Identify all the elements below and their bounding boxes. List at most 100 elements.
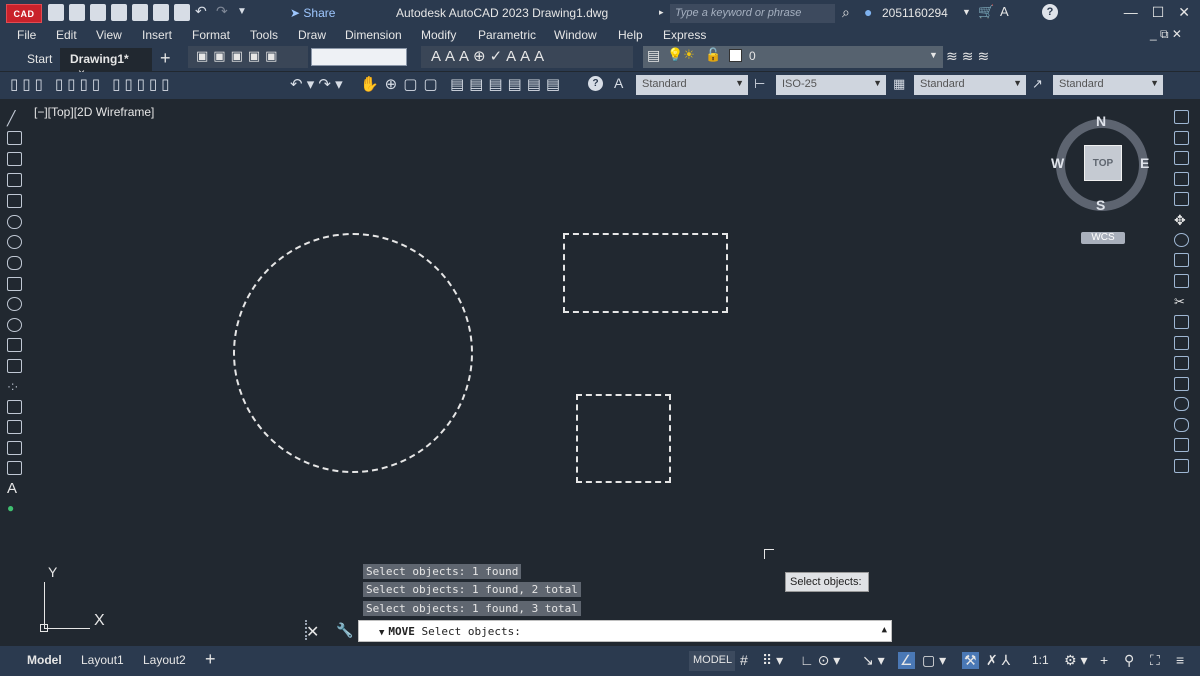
maximize-icon[interactable]: ☐ [1152,4,1165,21]
layer-color-swatch[interactable] [729,49,742,62]
user-dropdown-icon[interactable]: ▼ [962,7,971,17]
multileader-style-dropdown[interactable]: Standard ▼ [1053,75,1163,95]
selected-circle[interactable] [233,233,473,473]
copy-icon[interactable] [1174,131,1189,145]
rotate-icon[interactable] [1174,233,1189,247]
named-views-dropdown[interactable] [311,48,407,66]
minimize-icon[interactable]: — [1124,4,1138,21]
table-style-dropdown[interactable]: Standard ▼ [914,75,1026,95]
share-button[interactable]: ➤ Share [290,6,335,20]
polyline-icon[interactable] [7,152,22,166]
insert-block-icon[interactable] [7,338,22,352]
tab-model[interactable]: Model [27,653,62,667]
menu-window[interactable]: Window [554,28,597,42]
trim-icon[interactable]: ✂ [1174,294,1189,309]
new-icon[interactable] [48,4,64,21]
tab-layout1[interactable]: Layout1 [81,653,124,667]
gradient-icon[interactable] [7,420,22,434]
fillet-icon[interactable] [1174,418,1189,432]
recent-commands-icon[interactable]: ▼ [379,628,384,638]
menu-format[interactable]: Format [192,28,230,42]
plot-icon[interactable] [174,4,190,21]
app-logo[interactable]: CAD [6,4,42,23]
text-style-dropdown[interactable]: Standard ▼ [636,75,748,95]
a360-icon[interactable]: A [1000,4,1009,19]
ellipse-icon[interactable] [7,297,22,311]
menu-dimension[interactable]: Dimension [345,28,402,42]
menu-view[interactable]: View [96,28,122,42]
fullscreen-icon[interactable]: ⛶ [1150,652,1160,669]
compass-north[interactable]: N [1096,113,1106,129]
text-tools-icon[interactable]: AAA⊕✓AAA [431,47,548,65]
array-icon[interactable] [1174,192,1189,206]
menu-tools[interactable]: Tools [250,28,278,42]
ellipse-arc-icon[interactable] [7,318,22,332]
move-icon[interactable]: ✥ [1174,212,1189,228]
current-layer[interactable]: 0 [749,49,756,63]
make-block-icon[interactable] [7,359,22,373]
command-line[interactable]: ▼ MOVE Select objects: ▲ [358,620,892,642]
spline-icon[interactable] [7,277,22,291]
region-icon[interactable] [7,441,22,455]
menu-edit[interactable]: Edit [56,28,77,42]
properties-icon[interactable]: ▤▤▤▤▤▤ [450,75,565,93]
grid-icon[interactable]: # [740,652,748,668]
layer-lock-icon[interactable]: 🔓 [705,47,721,63]
stretch-icon[interactable] [1174,274,1189,288]
layer-dropdown-icon[interactable]: ▼ [929,50,938,60]
pan-zoom-icon[interactable]: ✋⊕▢▢ [360,75,444,93]
compass-west[interactable]: W [1051,155,1064,171]
undo-icon-std[interactable]: ↶ ▾ ↷ ▾ [290,75,343,93]
close-icon[interactable]: ✕ [1178,4,1190,21]
customize-qat-icon[interactable]: ▼ [237,4,253,21]
menu-help[interactable]: Help [618,28,643,42]
auto-scale-icon[interactable]: ✗ ⅄ [986,652,1010,669]
break-at-point-icon[interactable] [1174,336,1189,350]
wrench-icon[interactable]: 🔧 [336,622,353,639]
selected-rectangle-large[interactable] [563,233,728,313]
circle-icon[interactable] [7,235,22,249]
rectangle-icon[interactable] [7,194,22,208]
customize-menu-icon[interactable]: ≡ [1176,652,1184,668]
revision-cloud-icon[interactable] [7,256,22,270]
undo-icon[interactable]: ↶ [195,4,211,21]
table-style-icon[interactable]: ▦ [893,76,905,92]
hatch-icon[interactable] [7,400,22,414]
tab-start[interactable]: Start [19,48,57,70]
help-icon[interactable]: ? [1042,4,1058,20]
file-tools-icon[interactable]: ▯▯▯ ▯▯▯▯ ▯▯▯▯▯ [10,75,173,93]
tab-layout2[interactable]: Layout2 [143,653,186,667]
polygon-icon[interactable] [7,173,22,187]
menu-insert[interactable]: Insert [142,28,172,42]
selected-rectangle-small[interactable] [576,394,671,483]
model-space-button[interactable]: MODEL [689,651,735,671]
doc-restore-controls[interactable]: _ ⧉ ✕ [1150,27,1182,42]
isodraft-icon[interactable]: ↘ ▾ [862,652,885,669]
wcs-menu[interactable]: WCS [1081,232,1125,244]
layer-manager-icon[interactable]: ▤ [647,47,660,64]
menu-express[interactable]: Express [663,28,706,42]
search-expand-icon[interactable]: ▸ [659,7,664,18]
username[interactable]: 2051160294 [882,6,948,20]
cart-icon[interactable]: 🛒 [978,4,994,20]
table-icon[interactable] [7,461,22,475]
construction-line-icon[interactable] [7,131,22,145]
snap-mode-icon[interactable]: ⠿ ▾ [762,652,783,669]
object-snap-tracking-icon[interactable]: ∠ [898,652,915,669]
multiline-text-icon[interactable]: A [7,480,22,497]
tab-drawing1[interactable]: Drawing1* × [60,48,152,80]
ortho-icon[interactable]: ∟ ⊙ ▾ [800,652,840,669]
annotation-visibility-icon[interactable]: ⚒ [962,652,979,669]
save-as-icon[interactable] [111,4,127,21]
blend-curves-icon[interactable] [1174,438,1189,452]
compass-east[interactable]: E [1140,155,1149,171]
mirror-icon[interactable] [1174,151,1189,165]
units-icon[interactable]: ⚲ [1124,652,1134,669]
add-selected-icon[interactable]: ● [7,501,22,515]
search-input[interactable]: Type a keyword or phrase [670,4,835,23]
redo-icon[interactable]: ↷ [216,4,232,21]
save-icon[interactable] [90,4,106,21]
break-icon[interactable] [1174,356,1189,370]
dim-style-dropdown[interactable]: ISO-25 ▼ [776,75,886,95]
point-icon[interactable]: ·:· [7,379,22,393]
